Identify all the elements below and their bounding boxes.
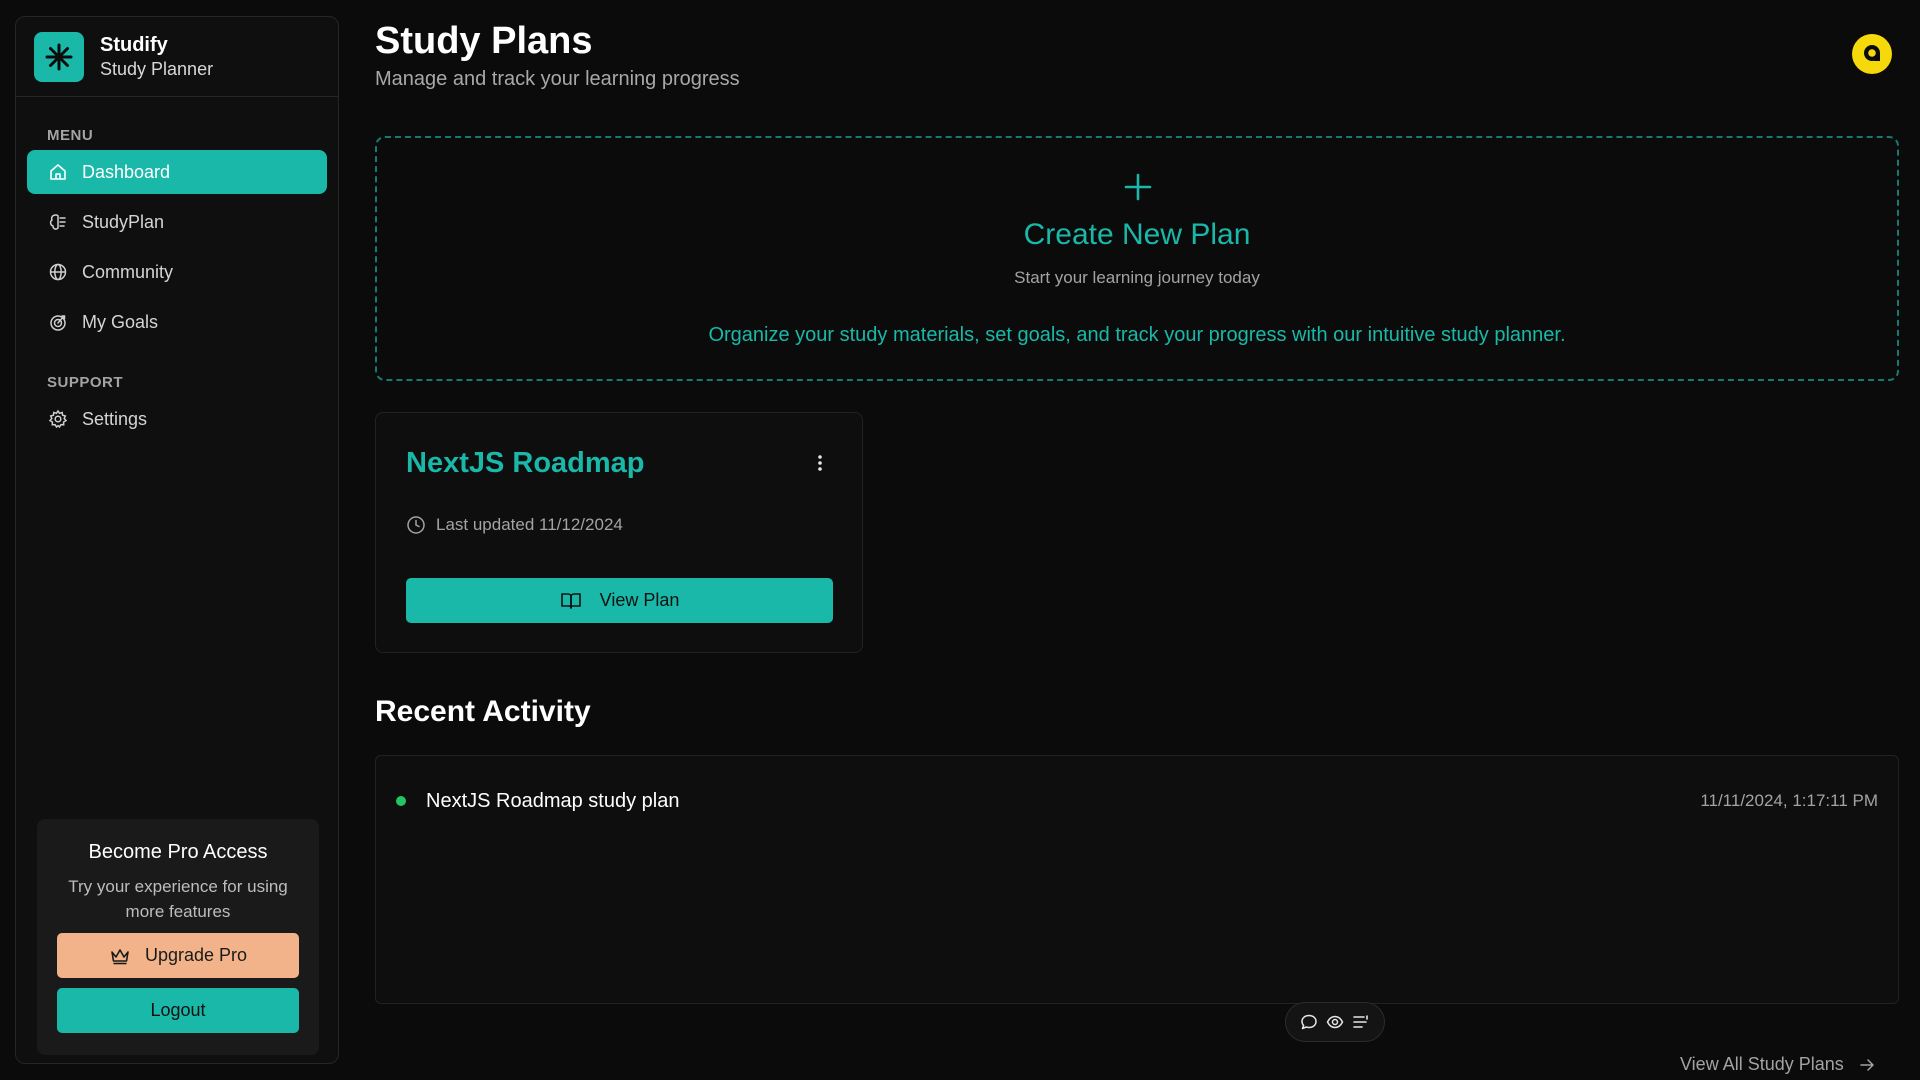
plan-last-updated: Last updated 11/12/2024 (406, 515, 623, 535)
pro-title: Become Pro Access (88, 841, 268, 863)
eye-icon[interactable] (1326, 1013, 1344, 1031)
create-new-plan-card[interactable]: Create New Plan Start your learning jour… (375, 136, 1899, 381)
sidebar-item-label: My Goals (82, 311, 159, 332)
sidebar-item-my-goals[interactable]: My Goals (27, 300, 327, 344)
create-plan-subtitle: Start your learning journey today (1014, 268, 1260, 287)
sidebar-item-studyplan[interactable]: StudyPlan (27, 200, 327, 244)
logout-label: Logout (150, 1000, 206, 1020)
brand-subtitle: Study Planner (100, 58, 214, 79)
plus-icon (1124, 173, 1152, 201)
globe-icon (48, 262, 68, 282)
sidebar-item-label: Community (82, 261, 174, 282)
view-all-label: View All Study Plans (1680, 1054, 1844, 1074)
activity-time: 11/11/2024, 1:17:11 PM (1700, 791, 1878, 810)
view-plan-button[interactable]: View Plan (406, 578, 833, 623)
create-plan-description: Organize your study materials, set goals… (708, 324, 1566, 346)
assistant-button[interactable] (1852, 34, 1892, 74)
plan-title: NextJS Roadmap (406, 447, 645, 479)
pro-description: Try your experience for using more featu… (68, 877, 288, 921)
plan-updated-text: Last updated 11/12/2024 (436, 515, 623, 534)
list-item[interactable]: NextJS Roadmap study plan 11/11/2024, 1:… (396, 788, 1878, 814)
arrow-right-icon (1858, 1056, 1876, 1074)
support-section-label: SUPPORT (47, 374, 124, 391)
book-open-icon (560, 590, 582, 612)
upgrade-pro-label: Upgrade Pro (144, 945, 248, 965)
status-dot (396, 796, 406, 806)
sidebar-item-label: Dashboard (82, 161, 171, 182)
clock-icon (406, 515, 426, 535)
study-plan-card: NextJS Roadmap Last updated 11/12/2024 V… (375, 412, 863, 653)
main-content: Study Plans Manage and track your learni… (375, 0, 1920, 1080)
floating-toolbar (1285, 1002, 1385, 1042)
comment-icon[interactable] (1300, 1013, 1318, 1031)
brand-title: Studify (100, 33, 168, 56)
create-plan-title: Create New Plan (1023, 218, 1251, 251)
view-plan-label: View Plan (599, 590, 680, 610)
sidebar-item-dashboard[interactable]: Dashboard (27, 150, 327, 194)
sidebar: Studify Study Planner MENU Dashboard Stu… (15, 16, 339, 1064)
activity-text: NextJS Roadmap study plan (426, 789, 680, 812)
recent-activity-title: Recent Activity (375, 695, 591, 728)
pro-upgrade-card: Become Pro Access Try your experience fo… (37, 819, 319, 1055)
menu-section-label: MENU (47, 127, 94, 144)
list-icon[interactable] (1352, 1013, 1370, 1031)
recent-activity-list: NextJS Roadmap study plan 11/11/2024, 1:… (375, 755, 1899, 1004)
goal-icon (48, 312, 68, 332)
upgrade-pro-button[interactable]: Upgrade Pro (57, 933, 299, 978)
brain-icon (48, 212, 68, 232)
page-title: Study Plans (375, 20, 593, 62)
sidebar-item-community[interactable]: Community (27, 250, 327, 294)
sidebar-item-settings[interactable]: Settings (27, 397, 327, 441)
view-all-study-plans-link[interactable]: View All Study Plans (1680, 1054, 1876, 1075)
sidebar-item-label: Settings (82, 408, 148, 429)
crown-icon (109, 947, 131, 965)
brand[interactable]: Studify Study Planner (16, 17, 338, 97)
sidebar-item-label: StudyPlan (82, 211, 165, 232)
logout-button[interactable]: Logout (57, 988, 299, 1033)
page-subtitle: Manage and track your learning progress (375, 68, 740, 90)
assistant-icon (1864, 45, 1880, 61)
sparkle-icon (34, 31, 84, 82)
more-options-icon[interactable] (810, 453, 830, 477)
home-icon (48, 162, 68, 182)
gear-icon (48, 409, 68, 429)
